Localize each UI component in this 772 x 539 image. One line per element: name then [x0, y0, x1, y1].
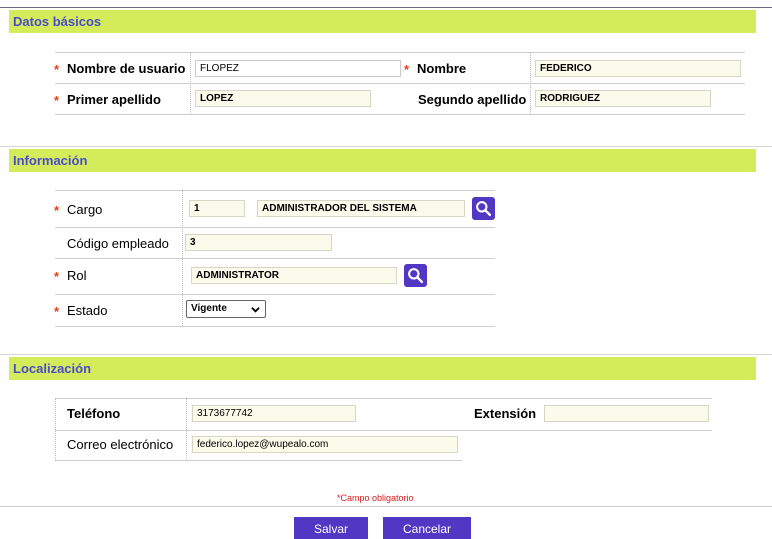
divider — [55, 258, 495, 259]
divider — [55, 114, 745, 115]
role-input[interactable]: ADMINISTRATOR — [191, 267, 397, 284]
username-label: Nombre de usuario — [67, 61, 186, 76]
position-search-button[interactable] — [472, 197, 495, 220]
employee-code-label: Código empleado — [67, 236, 169, 251]
divider — [55, 52, 745, 53]
employee-code-input[interactable]: 3 — [185, 234, 332, 251]
divider — [55, 83, 745, 84]
required-marker: * — [54, 269, 60, 284]
divider — [530, 52, 531, 114]
first-surname-input[interactable]: LOPEZ — [195, 90, 371, 107]
phone-label: Teléfono — [67, 406, 121, 421]
role-search-button[interactable] — [404, 264, 427, 287]
cancel-button[interactable]: Cancelar — [383, 517, 471, 539]
top-border — [0, 0, 772, 8]
extension-label: Extensión — [474, 406, 537, 421]
position-label: Cargo — [67, 202, 103, 217]
required-marker: * — [54, 93, 60, 108]
section-header-basic: Datos básicos — [9, 10, 756, 33]
divider — [55, 430, 712, 431]
name-label: Nombre — [417, 61, 467, 76]
email-label: Correo electrónico — [67, 437, 174, 452]
first-surname-label: Primer apellido — [67, 92, 161, 107]
section-divider — [0, 146, 772, 148]
required-marker: * — [54, 62, 60, 77]
email-input[interactable]: federico.lopez@wupealo.com — [192, 436, 458, 453]
divider — [55, 227, 495, 228]
phone-input[interactable]: 3173677742 — [192, 405, 356, 422]
section-header-info: Información — [9, 149, 756, 172]
divider — [190, 52, 191, 114]
second-surname-input[interactable]: RODRIGUEZ — [535, 90, 711, 107]
footer-divider — [0, 506, 772, 507]
section-header-location: Localización — [9, 357, 756, 380]
save-button[interactable]: Salvar — [294, 517, 368, 539]
chevron-down-icon — [251, 307, 260, 313]
required-marker: * — [404, 62, 410, 77]
status-selected-value: Vigente — [191, 303, 227, 314]
divider — [186, 398, 187, 460]
name-input[interactable]: FEDERICO — [535, 60, 741, 77]
section-title-basic: Datos básicos — [13, 14, 102, 29]
extension-input[interactable] — [544, 405, 709, 422]
required-marker: * — [54, 203, 60, 218]
divider — [55, 326, 495, 327]
divider — [55, 398, 56, 460]
section-title-info: Información — [13, 153, 88, 168]
username-input[interactable]: FLOPEZ — [195, 60, 401, 77]
status-label: Estado — [67, 303, 108, 318]
search-icon — [408, 268, 424, 284]
required-field-note: *Campo obligatorio — [337, 493, 414, 503]
position-input[interactable]: ADMINISTRADOR DEL SISTEMA — [257, 200, 465, 217]
position-code-input[interactable]: 1 — [189, 200, 245, 217]
divider — [55, 460, 462, 461]
section-divider — [0, 354, 772, 356]
required-marker: * — [54, 304, 60, 319]
divider — [55, 294, 495, 295]
divider — [182, 190, 183, 326]
role-label: Rol — [67, 268, 87, 283]
section-title-location: Localización — [13, 361, 92, 376]
divider — [55, 398, 712, 399]
divider — [55, 190, 495, 191]
second-surname-label: Segundo apellido — [418, 92, 527, 107]
status-select[interactable]: Vigente — [186, 300, 266, 318]
search-icon — [476, 201, 492, 217]
